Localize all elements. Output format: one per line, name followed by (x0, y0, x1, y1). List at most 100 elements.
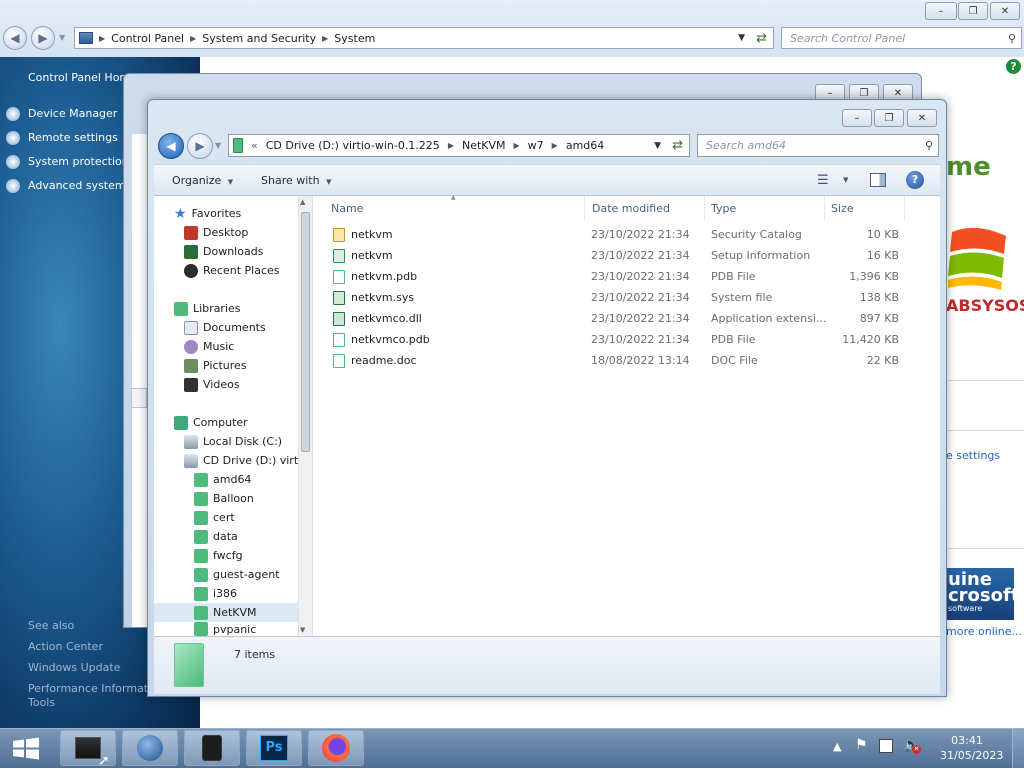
divider (946, 430, 1024, 431)
refresh-icon[interactable]: ⇄ (672, 138, 683, 153)
download-icon (184, 244, 198, 259)
system-protection-link[interactable]: System protection (28, 155, 129, 168)
chevron-down-icon[interactable]: ▼ (843, 176, 848, 184)
desktop-icon (184, 225, 198, 240)
refresh-icon[interactable]: ⇄ (756, 31, 767, 46)
cp-minimize-button[interactable]: – (925, 2, 957, 20)
overflow-chevron-icon[interactable]: « (251, 139, 258, 152)
shield-icon (6, 155, 20, 169)
recent-pages-icon[interactable]: ▼ (215, 141, 221, 150)
chevron-down-icon[interactable]: ▼ (738, 33, 745, 43)
nav-label: i386 (213, 587, 238, 600)
device-manager-link[interactable]: Device Manager (28, 107, 117, 120)
file-row[interactable]: netkvmco.pdb 23/10/2022 21:34 PDB File 1… (333, 329, 913, 350)
windows-logo-icon (13, 737, 39, 760)
taskbar-firefox[interactable] (308, 730, 364, 766)
breadcrumb-item[interactable]: CD Drive (D:) virtio-win-0.1.225 (266, 139, 440, 152)
nav-label: fwcfg (213, 549, 243, 562)
taskbar-windows[interactable] (122, 730, 178, 766)
recent-places-icon (184, 263, 198, 278)
column-label: Name (331, 201, 364, 215)
file-row[interactable]: readme.doc 18/08/2022 13:14 DOC File 22 … (333, 350, 913, 371)
taskbar-photoshop[interactable]: Ps (246, 730, 302, 766)
file-row[interactable]: netkvm 23/10/2022 21:34 Security Catalog… (333, 224, 913, 245)
cp-home-link[interactable]: Control Panel Hon (28, 71, 126, 84)
file-name: netkvmco.dll (351, 312, 422, 325)
cp-breadcrumb-item[interactable]: Control Panel (111, 32, 184, 45)
control-panel-icon (79, 32, 93, 44)
learn-more-online-link[interactable]: more online... (946, 625, 1022, 638)
file-row[interactable]: netkvm.pdb 23/10/2022 21:34 PDB File 1,3… (333, 266, 913, 287)
view-options-icon[interactable]: ☰ (817, 173, 829, 188)
file-row[interactable]: netkvm.sys 23/10/2022 21:34 System file … (333, 287, 913, 308)
network-icon[interactable] (879, 739, 893, 753)
file-size: 22 KB (866, 354, 899, 367)
nav-folder-netkvm[interactable]: NetKVM (154, 603, 304, 622)
show-hidden-icons-button[interactable]: ▲ (833, 740, 841, 753)
nav-label: Favorites (191, 207, 242, 220)
back-button[interactable]: ◀ (158, 133, 184, 159)
breadcrumb-item[interactable]: amd64 (566, 139, 604, 152)
remote-settings-link[interactable]: Remote settings (28, 131, 118, 144)
breadcrumb-item[interactable]: NetKVM (462, 139, 506, 152)
breadcrumb-item[interactable]: w7 (528, 139, 544, 152)
cp-address-bar[interactable]: ▶ Control Panel ▶ System and Security ▶ … (74, 27, 774, 49)
performance-info-link[interactable]: Performance Informatio (28, 682, 158, 695)
column-label: Size (831, 201, 854, 215)
search-input[interactable]: Search amd64 ⚲ (697, 134, 939, 157)
scrollbar-thumb[interactable] (301, 212, 310, 452)
search-icon[interactable]: ⚲ (925, 139, 933, 152)
cd-drive-icon (184, 453, 198, 468)
cp-maximize-button[interactable]: ❐ (958, 2, 988, 20)
performance-tools-link[interactable]: Tools (28, 696, 55, 709)
chevron-down-icon[interactable]: ▼ (654, 141, 661, 151)
file-row[interactable]: netkvmco.dll 23/10/2022 21:34 Applicatio… (333, 308, 913, 329)
nav-label: Balloon (213, 492, 254, 505)
help-icon[interactable]: ? (1006, 59, 1021, 74)
chevron-right-icon: ▶ (99, 33, 106, 43)
oem-company-name: ABSYSOS (946, 296, 1024, 315)
advanced-system-settings-link[interactable]: Advanced system s (28, 179, 135, 192)
nav-scrollbar[interactable]: ▲ ▼ (298, 196, 312, 636)
change-settings-link[interactable]: e settings (946, 449, 1000, 462)
help-icon[interactable]: ? (906, 171, 924, 189)
cp-breadcrumb-item[interactable]: System (334, 32, 375, 45)
action-center-link[interactable]: Action Center (28, 640, 103, 653)
clock[interactable]: 03:41 31/05/2023 (940, 733, 1003, 763)
firefox-icon (322, 734, 350, 762)
windows-update-link[interactable]: Windows Update (28, 661, 120, 674)
maximize-button[interactable]: ❐ (874, 109, 904, 127)
show-desktop-button[interactable] (1012, 729, 1024, 768)
column-header-name[interactable]: Name ▲ (325, 194, 585, 220)
minimize-button[interactable]: – (842, 109, 872, 127)
cp-search-input[interactable]: Search Control Panel ⚲ (781, 27, 1022, 49)
cp-breadcrumb-item[interactable]: System and Security (202, 32, 316, 45)
divider (946, 548, 1024, 549)
chevron-right-icon: ▶ (513, 141, 520, 150)
cp-close-button[interactable]: ✕ (990, 2, 1020, 20)
column-header-type[interactable]: Type (705, 196, 825, 220)
taskbar-explorer[interactable]: ➚ (60, 730, 116, 769)
cp-forward-button[interactable]: ▶ (31, 26, 55, 50)
start-button[interactable] (6, 732, 46, 764)
close-button[interactable]: ✕ (907, 109, 937, 127)
forward-button[interactable]: ▶ (187, 133, 213, 159)
preview-pane-icon[interactable] (870, 173, 886, 187)
folder-icon (174, 643, 204, 687)
address-bar[interactable]: « CD Drive (D:) virtio-win-0.1.225 ▶ Net… (228, 134, 690, 157)
scroll-up-icon[interactable]: ▲ (300, 198, 305, 206)
cp-back-button[interactable]: ◀ (3, 26, 27, 50)
share-with-button[interactable]: Share with ▼ (261, 174, 331, 187)
libraries-icon (174, 301, 188, 316)
taskbar-calculator[interactable] (184, 730, 240, 766)
column-header-size[interactable]: Size (825, 196, 905, 220)
cp-recent-pages-icon[interactable]: ▼ (59, 33, 65, 42)
organize-button[interactable]: Organize ▼ (172, 174, 233, 187)
scroll-down-icon[interactable]: ▼ (300, 626, 305, 634)
file-row[interactable]: netkvm 23/10/2022 21:34 Setup Informatio… (333, 245, 913, 266)
star-icon: ★ (174, 205, 187, 222)
search-icon[interactable]: ⚲ (1008, 32, 1016, 45)
file-size: 10 KB (866, 228, 899, 241)
action-center-flag-icon[interactable]: ⚑ (855, 737, 868, 753)
column-header-date[interactable]: Date modified (586, 196, 705, 220)
